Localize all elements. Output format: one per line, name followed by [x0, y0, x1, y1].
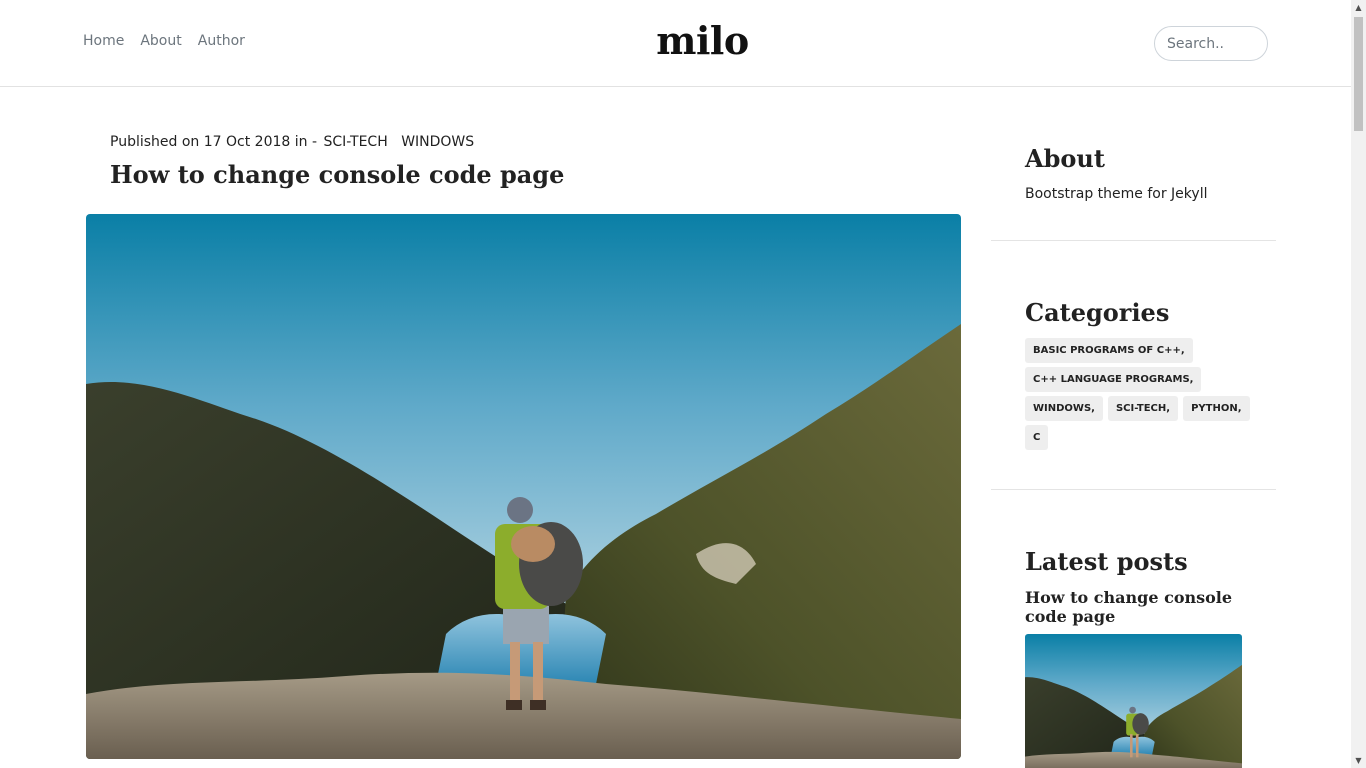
sidebar-divider: [991, 240, 1276, 241]
tag-c[interactable]: C: [1025, 425, 1049, 450]
sidebar-latest-heading: Latest posts: [1025, 547, 1188, 576]
hiker-landscape-thumbnail: [1025, 634, 1242, 768]
tag-basic-programs-cpp[interactable]: BASIC PROGRAMS OF C++,: [1025, 338, 1193, 363]
post-meta: Published on 17 Oct 2018 in - SCI-TECH W…: [110, 134, 474, 150]
page-scrollbar[interactable]: ▲ ▼: [1351, 0, 1366, 768]
tag-windows[interactable]: WINDOWS,: [1025, 396, 1103, 421]
scrollbar-thumb[interactable]: [1354, 17, 1363, 131]
tag-sci-tech[interactable]: SCI-TECH,: [1107, 396, 1179, 421]
tag-python[interactable]: PYTHON,: [1183, 396, 1250, 421]
sidebar-categories-heading: Categories: [1025, 298, 1170, 327]
post-category-windows[interactable]: WINDOWS: [401, 134, 474, 150]
post-category-sci-tech[interactable]: SCI-TECH: [323, 134, 387, 150]
site-header: Home About Author milo: [0, 0, 1351, 87]
hiker-landscape-image: [86, 214, 961, 759]
post-title: How to change console code page: [110, 160, 565, 189]
search-input[interactable]: [1154, 26, 1268, 61]
arrow-up-icon[interactable]: ▲: [1351, 0, 1366, 15]
sidebar-about-heading: About: [1025, 144, 1105, 173]
category-tag-list: BASIC PROGRAMS OF C++, C++ LANGUAGE PROG…: [1025, 338, 1265, 454]
tag-cpp-language-programs[interactable]: C++ LANGUAGE PROGRAMS,: [1025, 367, 1202, 392]
latest-post-link[interactable]: How to change console code page: [1025, 588, 1255, 626]
post-hero-image: [86, 214, 961, 759]
sidebar-about-text: Bootstrap theme for Jekyll: [1025, 186, 1208, 202]
post-meta-date: Published on 17 Oct 2018 in -: [110, 134, 318, 150]
sidebar-divider: [991, 489, 1276, 490]
latest-post-thumbnail[interactable]: [1025, 634, 1242, 768]
arrow-down-icon[interactable]: ▼: [1351, 753, 1366, 768]
